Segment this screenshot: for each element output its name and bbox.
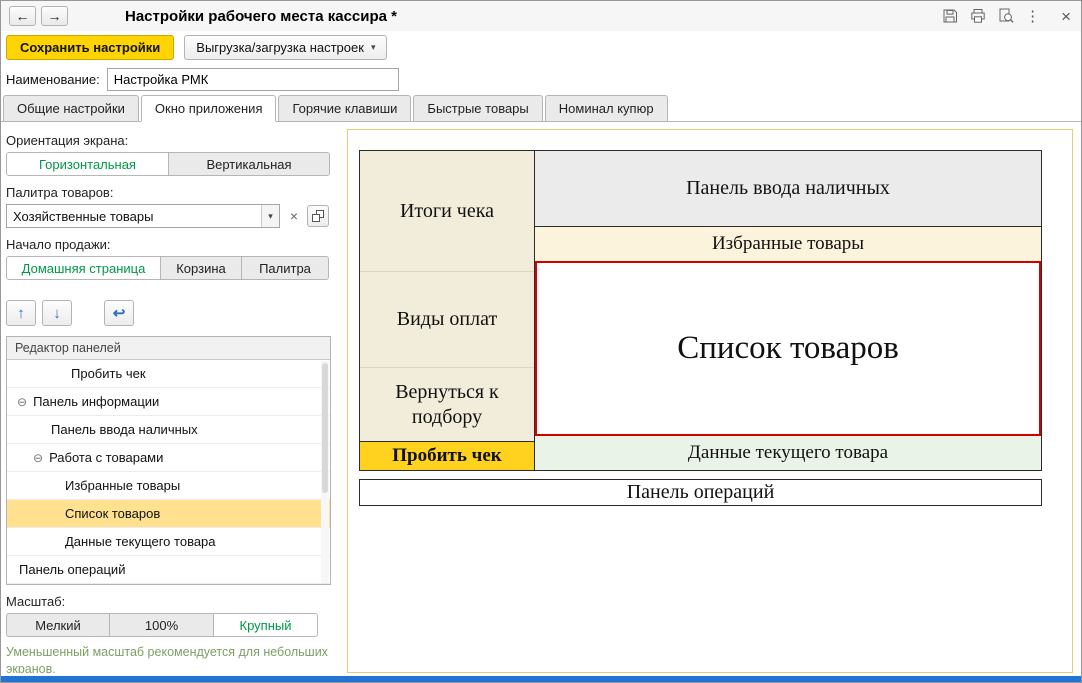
tab-hotkeys[interactable]: Горячие клавиши — [278, 95, 411, 122]
scale-hint-text: Уменьшенный масштаб рекомендуется для не… — [6, 644, 328, 673]
page-title: Настройки рабочего места кассира * — [125, 8, 397, 25]
chevron-down-icon: ▾ — [371, 42, 376, 53]
save-settings-button[interactable]: Сохранить настройки — [6, 35, 174, 60]
scale-large-button[interactable]: Крупный — [213, 613, 318, 637]
sale-start-toggle: Домашняя страница Корзина Палитра — [6, 256, 333, 280]
arrow-up-icon: ↑ — [17, 305, 25, 322]
open-list-button[interactable] — [307, 205, 329, 227]
orientation-label: Ориентация экрана: — [6, 133, 333, 148]
tree-item-info-panel[interactable]: ⊖ Панель информации — [7, 388, 330, 416]
palette-field[interactable]: Хозяйственные товары ▾ — [6, 204, 280, 228]
scale-label: Масштаб: — [6, 594, 333, 609]
command-bar: Сохранить настройки Выгрузка/загрузка на… — [1, 31, 1081, 64]
preview-panel-current-product[interactable]: Данные текущего товара — [535, 436, 1041, 470]
taskbar-sliver — [1, 676, 1081, 682]
tree-item-current-product[interactable]: Данные текущего товара — [7, 528, 330, 556]
scale-100-button[interactable]: 100% — [109, 613, 214, 637]
scale-small-button[interactable]: Мелкий — [6, 613, 110, 637]
app-window: ← → Настройки рабочего места кассира * ⋮… — [0, 0, 1082, 683]
move-up-button[interactable]: ↑ — [6, 300, 36, 326]
preview-panel-product-list[interactable]: Список товаров — [535, 261, 1041, 436]
collapse-icon[interactable]: ⊖ — [17, 395, 27, 409]
preview-panel-favorites[interactable]: Избранные товары — [535, 227, 1041, 261]
tab-general-settings[interactable]: Общие настройки — [3, 95, 139, 122]
tree-scrollbar[interactable] — [321, 361, 329, 583]
preview-panel-commit-receipt[interactable]: Пробить чек — [360, 441, 534, 470]
tree-header: Редактор панелей — [7, 337, 330, 360]
tree-item-commit-receipt[interactable]: Пробить чек — [7, 360, 330, 388]
back-button[interactable]: ← — [9, 6, 36, 26]
move-down-button[interactable]: ↓ — [42, 300, 72, 326]
orientation-toggle: Горизонтальная Вертикальная — [6, 152, 333, 176]
name-label: Наименование: — [6, 72, 100, 87]
tree-item-favorites[interactable]: Избранные товары — [7, 472, 330, 500]
scale-toggle: Мелкий 100% Крупный — [6, 613, 333, 637]
tree-item-operations-panel[interactable]: Панель операций — [7, 556, 330, 584]
sale-start-cart-button[interactable]: Корзина — [160, 256, 242, 280]
collapse-icon[interactable]: ⊖ — [33, 451, 43, 465]
settings-panel: Ориентация экрана: Горизонтальная Вертик… — [1, 123, 339, 673]
return-arrow-icon: ↩ — [113, 304, 126, 322]
preview-panel-operations[interactable]: Панель операций — [359, 479, 1042, 506]
tab-application-window[interactable]: Окно приложения — [141, 95, 277, 122]
title-bar: ← → Настройки рабочего места кассира * ⋮… — [1, 1, 1081, 31]
back-icon: ← — [16, 8, 30, 24]
preview-icon[interactable] — [997, 8, 1014, 25]
save-icon[interactable] — [941, 8, 958, 25]
more-icon[interactable]: ⋮ — [1025, 7, 1040, 25]
overlapping-squares-icon — [312, 210, 324, 222]
tab-quick-goods[interactable]: Быстрые товары — [413, 95, 542, 122]
close-icon[interactable]: × — [1061, 8, 1071, 25]
panel-move-toolbar: ↑ ↓ ↩ — [6, 300, 333, 326]
tree-item-cash-input-panel[interactable]: Панель ввода наличных — [7, 416, 330, 444]
preview-panel-payment-types[interactable]: Виды оплат — [360, 271, 534, 367]
preview-main-block: Итоги чека Виды оплат Вернуться к подбор… — [359, 150, 1042, 471]
palette-value: Хозяйственные товары — [7, 209, 261, 224]
preview-panel-back-to-selection[interactable]: Вернуться к подбору — [360, 367, 534, 441]
layout-preview: Итоги чека Виды оплат Вернуться к подбор… — [347, 129, 1073, 673]
dropdown-caret-icon[interactable]: ▾ — [261, 205, 279, 227]
export-import-label: Выгрузка/загрузка настроек — [196, 40, 364, 55]
preview-panel-cash-input[interactable]: Панель ввода наличных — [535, 151, 1041, 227]
name-input[interactable] — [107, 68, 399, 91]
orientation-horizontal-button[interactable]: Горизонтальная — [6, 152, 169, 176]
name-row: Наименование: — [1, 64, 1081, 95]
clear-icon[interactable]: × — [285, 206, 303, 226]
forward-icon: → — [48, 8, 62, 24]
sale-start-home-button[interactable]: Домашняя страница — [6, 256, 161, 280]
orientation-vertical-button[interactable]: Вертикальная — [168, 152, 330, 176]
tree-item-goods-work[interactable]: ⊖ Работа с товарами — [7, 444, 330, 472]
tab-bar: Общие настройки Окно приложения Горячие … — [1, 95, 1081, 122]
preview-right-stack: Панель ввода наличных Избранные товары С… — [535, 151, 1041, 470]
reset-layout-button[interactable]: ↩ — [104, 300, 134, 326]
preview-left-column: Итоги чека Виды оплат Вернуться к подбор… — [360, 151, 535, 470]
sale-start-label: Начало продажи: — [6, 237, 333, 252]
palette-combo: Хозяйственные товары ▾ × — [6, 204, 333, 228]
print-icon[interactable] — [969, 8, 986, 25]
preview-panel-receipt-totals[interactable]: Итоги чека — [360, 151, 534, 271]
tree-item-product-list[interactable]: Список товаров — [7, 500, 330, 528]
palette-label: Палитра товаров: — [6, 185, 333, 200]
export-import-settings-button[interactable]: Выгрузка/загрузка настроек ▾ — [184, 35, 387, 60]
forward-button[interactable]: → — [41, 6, 68, 26]
panel-editor-tree: Редактор панелей Пробить чек ⊖ Панель ин… — [6, 336, 331, 585]
arrow-down-icon: ↓ — [53, 305, 61, 322]
sale-start-palette-button[interactable]: Палитра — [241, 256, 329, 280]
tab-banknote-denominations[interactable]: Номинал купюр — [545, 95, 668, 122]
